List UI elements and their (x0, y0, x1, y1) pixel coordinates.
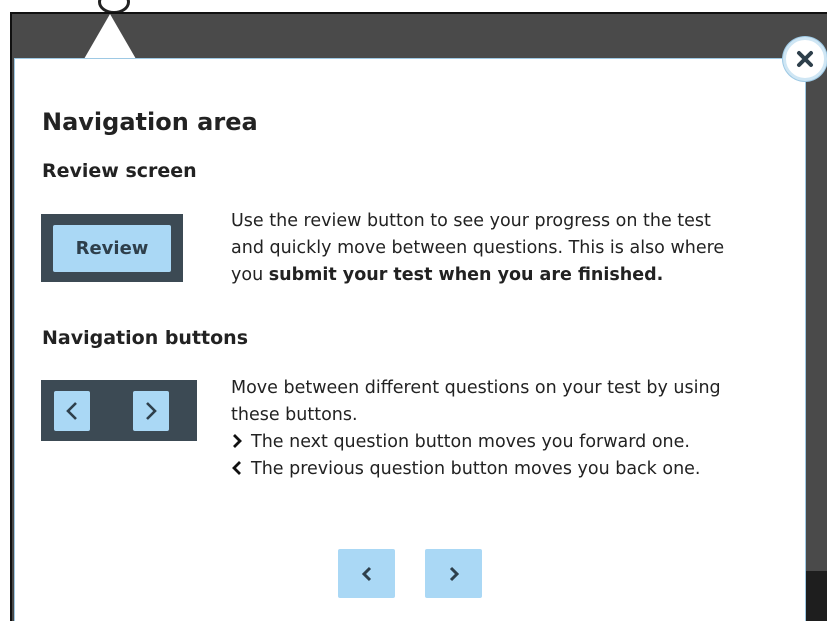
chevron-right-icon (146, 402, 157, 420)
review-description: Use the review button to see your progre… (231, 208, 771, 289)
nav-description: Move between different questions on your… (231, 375, 771, 483)
dialog-title: Navigation area (42, 108, 258, 136)
next-description-text: The next question button moves you forwa… (251, 432, 690, 452)
chevron-right-icon (449, 566, 459, 581)
nav-demo-panel (41, 380, 197, 441)
nav-section-heading: Navigation buttons (42, 327, 249, 349)
chevron-right-icon (231, 433, 251, 449)
demo-next-button (133, 391, 169, 431)
review-text-line: you submit your test when you are finish… (231, 262, 771, 289)
review-text-line: Use the review button to see your progre… (231, 211, 711, 231)
review-text-prefix: you (231, 265, 269, 285)
prev-description-line: The previous question button moves you b… (231, 456, 771, 483)
nav-text-line: these buttons. (231, 405, 358, 425)
popover-pointer (84, 14, 136, 59)
demo-prev-button (54, 391, 90, 431)
review-text-emphasis: submit your test when you are finished. (268, 265, 664, 285)
previous-page-button[interactable] (338, 549, 395, 598)
header-fragment (14, 0, 134, 12)
next-description-line: The next question button moves you forwa… (231, 429, 771, 456)
review-section-heading: Review screen (42, 160, 197, 182)
next-page-button[interactable] (425, 549, 482, 598)
review-demo-button: Review (53, 225, 171, 272)
chevron-left-icon (66, 402, 77, 420)
app-frame: Navigation area Review screen Review Use… (0, 0, 827, 621)
review-demo-panel: Review (41, 214, 183, 282)
nav-text-line: Move between different questions on your… (231, 378, 721, 398)
close-icon (789, 43, 821, 75)
chevron-left-icon (361, 566, 371, 581)
review-text-line: and quickly move between questions. This… (231, 238, 725, 258)
page-backdrop-dark (806, 571, 827, 621)
close-button[interactable] (783, 37, 827, 81)
chevron-left-icon (231, 460, 251, 476)
prev-description-text: The previous question button moves you b… (251, 459, 701, 479)
